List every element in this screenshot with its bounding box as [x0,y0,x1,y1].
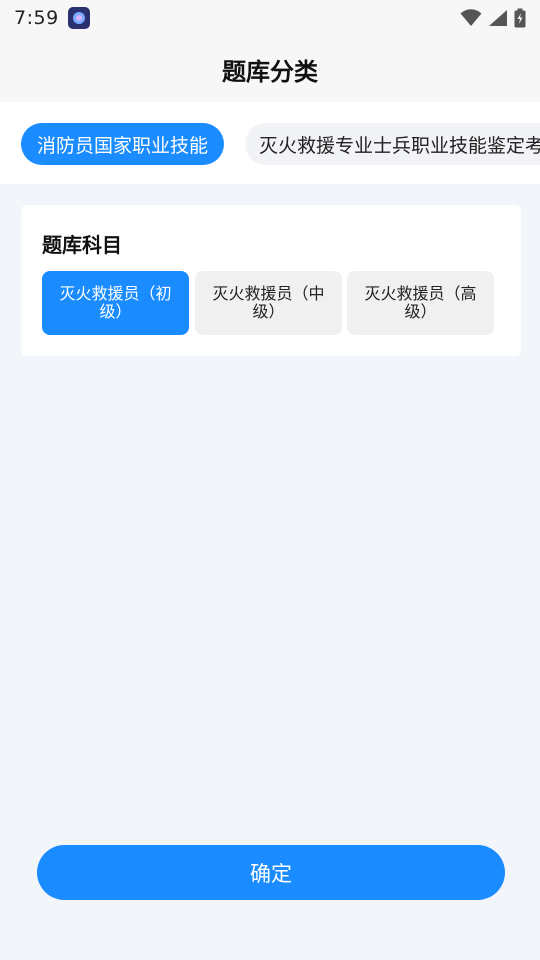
app-header: 题库分类 [0,36,540,102]
category-tab-firefighter-national[interactable]: 消防员国家职业技能 [21,123,224,165]
category-tab-rescue-soldier[interactable]: 灭火救援专业士兵职业技能鉴定考 [245,123,540,165]
subject-card-title: 题库科目 [42,233,122,257]
subject-option-intermediate[interactable]: 灭火救援员（中级） [195,271,342,335]
status-bar: 7:59 [0,0,540,36]
page-title: 题库分类 [222,57,318,86]
app-notification-icon [67,7,90,29]
subject-card: 题库科目 灭火救援员（初级） 灭火救援员（中级） 灭火救援员（高级） [21,205,521,356]
status-icons [460,8,526,28]
battery-icon [514,8,526,28]
category-tab-strip[interactable]: 消防员国家职业技能 灭火救援专业士兵职业技能鉴定考 [0,102,540,184]
subject-option-advanced[interactable]: 灭火救援员（高级） [347,271,494,335]
status-time: 7:59 [14,7,59,29]
wifi-icon [460,9,482,26]
subject-option-elementary[interactable]: 灭火救援员（初级） [42,271,189,335]
cellular-signal-icon [489,10,507,26]
confirm-button[interactable]: 确定 [37,845,505,900]
